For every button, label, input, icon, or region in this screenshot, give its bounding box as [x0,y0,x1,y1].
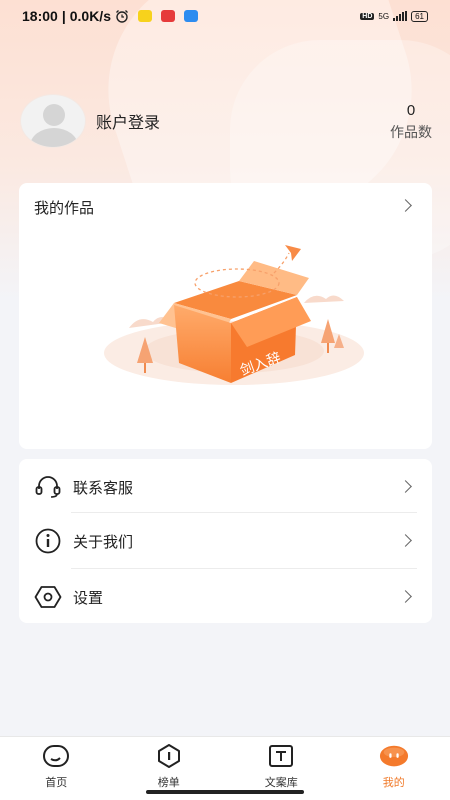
works-count-label: 作品数 [390,124,432,140]
signal-icon [393,11,408,21]
home-icon [41,743,71,769]
chevron-right-icon[interactable] [399,199,412,212]
home-indicator [146,790,304,794]
status-speed: 0.0K/s [69,8,111,24]
text-library-icon [266,743,296,769]
app-notification-icon [137,10,152,22]
network-label: 5G [378,11,390,21]
tab-label: 文案库 [264,777,298,789]
my-works-card[interactable]: 我的作品 剑入辞 [19,183,432,449]
works-count: 0 作品数 [390,102,432,142]
menu-item-settings[interactable]: 设置 [19,569,432,625]
headset-icon [33,472,63,502]
menu-item-customer-service[interactable]: 联系客服 [19,459,432,515]
app-notification-icon [160,10,175,22]
profile-login[interactable]: 账户登录 [20,94,160,148]
chevron-right-icon [399,480,412,493]
app-notification-icon [183,10,198,22]
login-label[interactable]: 账户登录 [96,109,160,133]
settings-hexagon-icon [33,582,63,612]
menu-item-label: 设置 [73,589,104,607]
alarm-icon [116,10,128,23]
empty-box-illustration: 剑入辞 [104,245,364,385]
tab-label: 榜单 [157,777,180,789]
status-bar: 18:00 | 0.0K/s HD 5G 61 [0,0,450,32]
hd-badge: HD [360,12,375,20]
chevron-right-icon [399,590,412,603]
menu-item-label: 关于我们 [73,533,134,551]
works-count-value: 0 [406,102,416,119]
tab-mine[interactable]: 我的 [338,737,450,800]
avatar[interactable] [20,94,86,148]
status-time: 18:00 [22,8,58,24]
menu-item-label: 联系客服 [73,479,134,497]
tab-label: 我的 [382,777,405,789]
my-works-title: 我的作品 [34,200,95,217]
battery-icon: 61 [411,10,428,22]
tab-label: 首页 [45,777,68,789]
ranking-icon [154,743,184,769]
tab-home[interactable]: 首页 [0,737,113,800]
info-icon [33,526,63,556]
chevron-right-icon [399,534,412,547]
menu-item-about-us[interactable]: 关于我们 [19,513,432,569]
profile-face-icon [379,743,409,769]
status-separator: | [61,8,66,24]
menu-card: 联系客服 关于我们 设置 [19,459,432,623]
